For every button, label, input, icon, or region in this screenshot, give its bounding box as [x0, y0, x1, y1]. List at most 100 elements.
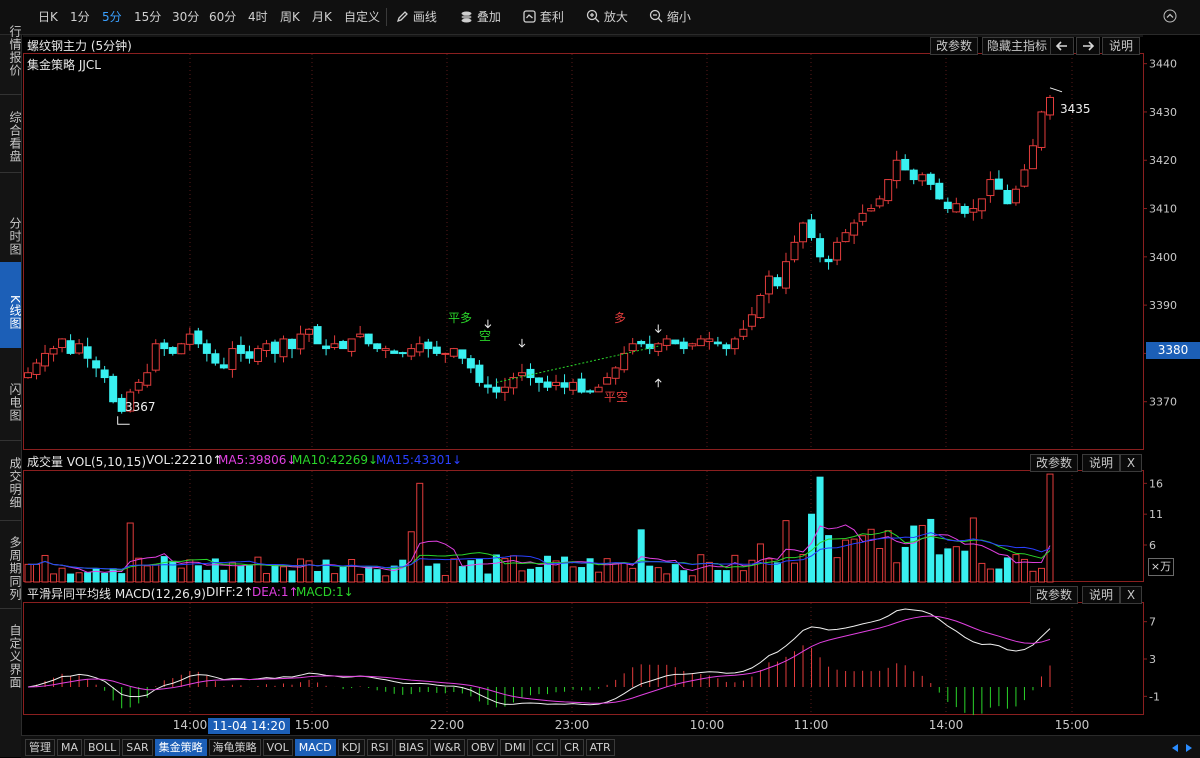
candle-body [790, 241, 799, 261]
main-params-button[interactable]: 改参数 [930, 37, 978, 55]
time-gridlines [189, 54, 1073, 715]
volume-close-button[interactable]: X [1120, 454, 1142, 472]
volume-bar [416, 482, 424, 583]
sidebar-item-timeline[interactable]: 分时图 [0, 176, 22, 276]
candle-body [611, 367, 620, 379]
indicator-tab[interactable]: MA [57, 739, 83, 756]
candle-body [730, 338, 739, 350]
volume-bar [654, 567, 662, 583]
time-tick-label: 22:00 [430, 718, 465, 732]
price-tick-label: 3400 [1149, 251, 1177, 264]
sidebar-item-flash[interactable]: 闪电图 [0, 352, 22, 438]
candle-body [458, 349, 467, 359]
indicator-tabbar: 管理 MA BOLL SAR 集金策略 海龟策略 VOL MACD KDJ RSI BIAS W&R O… [21, 735, 1200, 758]
indicator-tab[interactable]: W&R [429, 739, 465, 756]
prev-button[interactable] [1050, 37, 1074, 55]
macd-params-button[interactable]: 改参数 [1030, 586, 1078, 604]
candle-body [415, 343, 424, 353]
volume-bar [92, 568, 100, 583]
candle-body [58, 338, 67, 349]
macd-close-button[interactable]: X [1120, 586, 1142, 604]
candle-body [884, 179, 893, 202]
candle-body [969, 208, 978, 213]
volume-bar [467, 560, 475, 583]
candle-body [696, 338, 705, 347]
candle-body [305, 328, 314, 335]
indicator-tab[interactable]: CCI [531, 739, 559, 756]
indicator-tab[interactable]: BOLL [84, 739, 121, 756]
volume-bar [271, 564, 279, 583]
candle-body [449, 348, 458, 357]
signal-arrow [654, 324, 662, 334]
volume-bar [722, 570, 730, 583]
indicator-tab[interactable]: SAR [122, 739, 153, 756]
low-marker [117, 416, 130, 425]
indicator-tab[interactable]: RSI [366, 739, 393, 756]
hide-indicator-button[interactable]: 隐藏主指标 [982, 37, 1052, 55]
sidebar-item-overview[interactable]: 综合看盘 [0, 96, 22, 172]
price-tick-label: 3390 [1149, 299, 1177, 312]
volume-bar [135, 557, 143, 583]
indicator-tab[interactable]: MACD [294, 739, 336, 756]
macd-explain-button[interactable]: 说明 [1082, 586, 1120, 604]
candle-body [483, 384, 492, 388]
indicator-tab[interactable]: OBV [467, 739, 499, 756]
indicator-tab[interactable]: VOL [262, 739, 293, 756]
volume-params-button[interactable]: 改参数 [1030, 454, 1078, 472]
volume-bar [373, 569, 381, 583]
sidebar-item-kline[interactable]: K线图 [0, 262, 22, 348]
volume-bar [612, 562, 620, 583]
candle-body [807, 219, 816, 239]
volume-bar [101, 572, 109, 583]
indicator-tab[interactable]: ATR [585, 739, 615, 756]
high-price-label: 3435 [1060, 102, 1091, 116]
candle-body [620, 352, 629, 371]
candle-body [219, 364, 228, 369]
main-explain-button[interactable]: 说明 [1102, 37, 1140, 55]
candle-body [407, 348, 416, 357]
candle-body [1011, 188, 1020, 204]
time-tick-label: 23:00 [555, 718, 590, 732]
sidebar-item-custom[interactable]: 自定义界面 [0, 612, 22, 696]
volume-bar [262, 573, 270, 583]
candle-body [926, 173, 935, 185]
indicator-tab[interactable]: KDJ [337, 739, 365, 756]
sidebar-item-quote[interactable]: 行情报价 [0, 2, 22, 94]
sidebar-item-trades[interactable]: 成交明细 [0, 444, 22, 518]
candle-body [935, 182, 944, 200]
volume-bar [399, 559, 407, 583]
candle-body [322, 345, 331, 350]
volume-bar [220, 569, 228, 583]
indicator-tab[interactable]: CR [560, 739, 584, 756]
volume-bar [492, 554, 500, 583]
next-button[interactable] [1076, 37, 1100, 55]
indicator-tab[interactable]: 集金策略 [154, 739, 207, 756]
volume-explain-button[interactable]: 说明 [1082, 454, 1120, 472]
candle-body [432, 346, 441, 354]
indicator-tab[interactable]: BIAS [394, 739, 428, 756]
candle-body [296, 333, 305, 350]
candle-body [637, 341, 646, 345]
volume-bar [680, 570, 688, 583]
indicator-tab[interactable]: DMI [500, 739, 530, 756]
volume-bar [297, 558, 305, 583]
volume-bar [75, 572, 83, 583]
candle-body [747, 314, 756, 327]
tabbar-scroll[interactable] [1170, 742, 1194, 754]
volume-bar [194, 565, 202, 583]
volume-bar [126, 522, 134, 583]
candle-body [202, 343, 211, 354]
candle-body [628, 343, 637, 352]
volume-bar [314, 570, 322, 583]
kline-chart[interactable]: 3370 3380 3390 3400 3410 3420 3430 3440 6 11 16 7… [0, 0, 1200, 757]
indicator-tab[interactable]: 管理 [25, 739, 55, 756]
sidebar-item-multi-period[interactable]: 多周期同列 [0, 524, 22, 608]
volume-bar [867, 528, 875, 583]
candle-body [816, 238, 825, 258]
indicator-tab[interactable]: 海龟策略 [208, 739, 261, 756]
volume-bar [876, 548, 884, 583]
candle-body [1046, 96, 1054, 116]
volume-bar [203, 569, 211, 583]
volume-bar [450, 558, 458, 583]
price-tick-label: 3420 [1149, 154, 1177, 167]
